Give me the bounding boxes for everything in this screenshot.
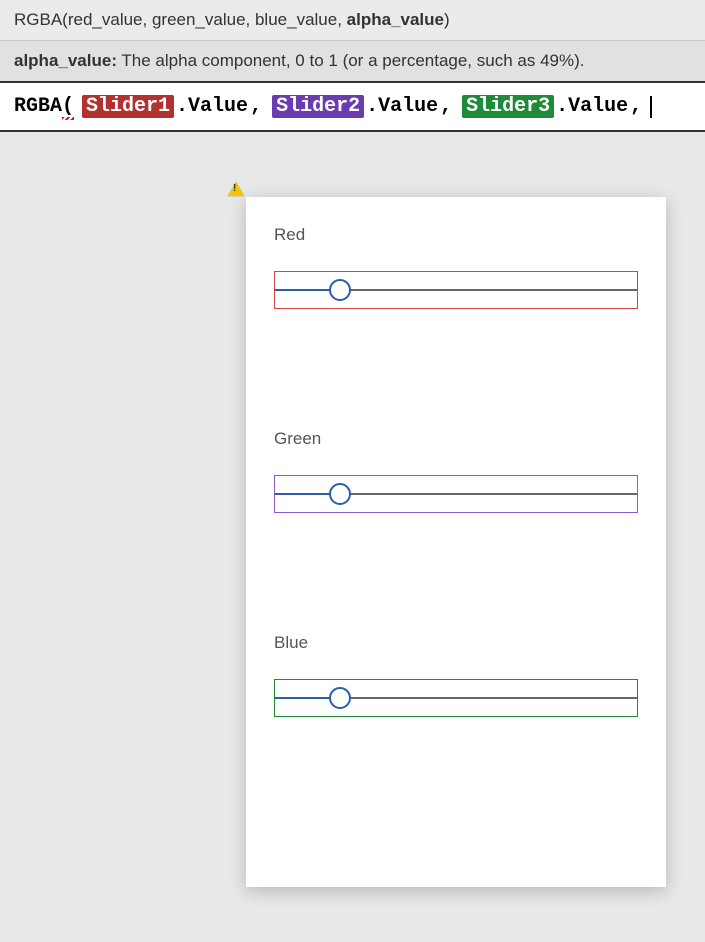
formula-control-ref-slider2: Slider2	[272, 95, 364, 118]
slider-group-green: Green	[274, 429, 638, 513]
slider-thumb[interactable]	[329, 483, 351, 505]
warning-icon	[228, 182, 244, 196]
formula-comma-1: ,	[250, 95, 262, 118]
slider-label-red: Red	[274, 225, 638, 245]
formula-control-ref-slider3: Slider3	[462, 95, 554, 118]
slider-red[interactable]	[274, 271, 638, 309]
slider-group-blue: Blue	[274, 633, 638, 717]
signature-text-prefix: RGBA(red_value, green_value, blue_value,	[14, 10, 347, 29]
slider-track-rest	[340, 697, 637, 699]
signature-text-suffix: )	[444, 10, 450, 29]
slider-group-red: Red	[274, 225, 638, 309]
slider-label-green: Green	[274, 429, 638, 449]
formula-control-ref-slider1: Slider1	[82, 95, 174, 118]
param-desc: The alpha component, 0 to 1 (or a percen…	[117, 51, 584, 70]
formula-prop-3: .Value	[556, 95, 628, 118]
param-name: alpha_value:	[14, 51, 117, 70]
slider-label-blue: Blue	[274, 633, 638, 653]
slider-track-rest	[340, 493, 637, 495]
slider-thumb[interactable]	[329, 279, 351, 301]
formula-comma-2: ,	[440, 95, 452, 118]
signature-active-param: alpha_value	[347, 10, 444, 29]
formula-comma-3: ,	[630, 95, 642, 118]
slider-green[interactable]	[274, 475, 638, 513]
formula-prop-1: .Value	[176, 95, 248, 118]
formula-bar[interactable]: RGBA( Slider1.Value, Slider2.Value, Slid…	[0, 83, 705, 132]
slider-thumb[interactable]	[329, 687, 351, 709]
formula-prop-2: .Value	[366, 95, 438, 118]
form-card[interactable]: Red Green Blue	[246, 197, 666, 887]
formula-open-paren: (	[62, 95, 74, 118]
formula-fn-name: RGBA	[14, 95, 62, 118]
intellisense-param-desc: alpha_value: The alpha component, 0 to 1…	[0, 41, 705, 83]
slider-track-rest	[340, 289, 637, 291]
text-cursor	[650, 96, 652, 118]
slider-blue[interactable]	[274, 679, 638, 717]
canvas-area[interactable]: Red Green Blue	[0, 132, 705, 924]
intellisense-signature: RGBA(red_value, green_value, blue_value,…	[0, 0, 705, 41]
